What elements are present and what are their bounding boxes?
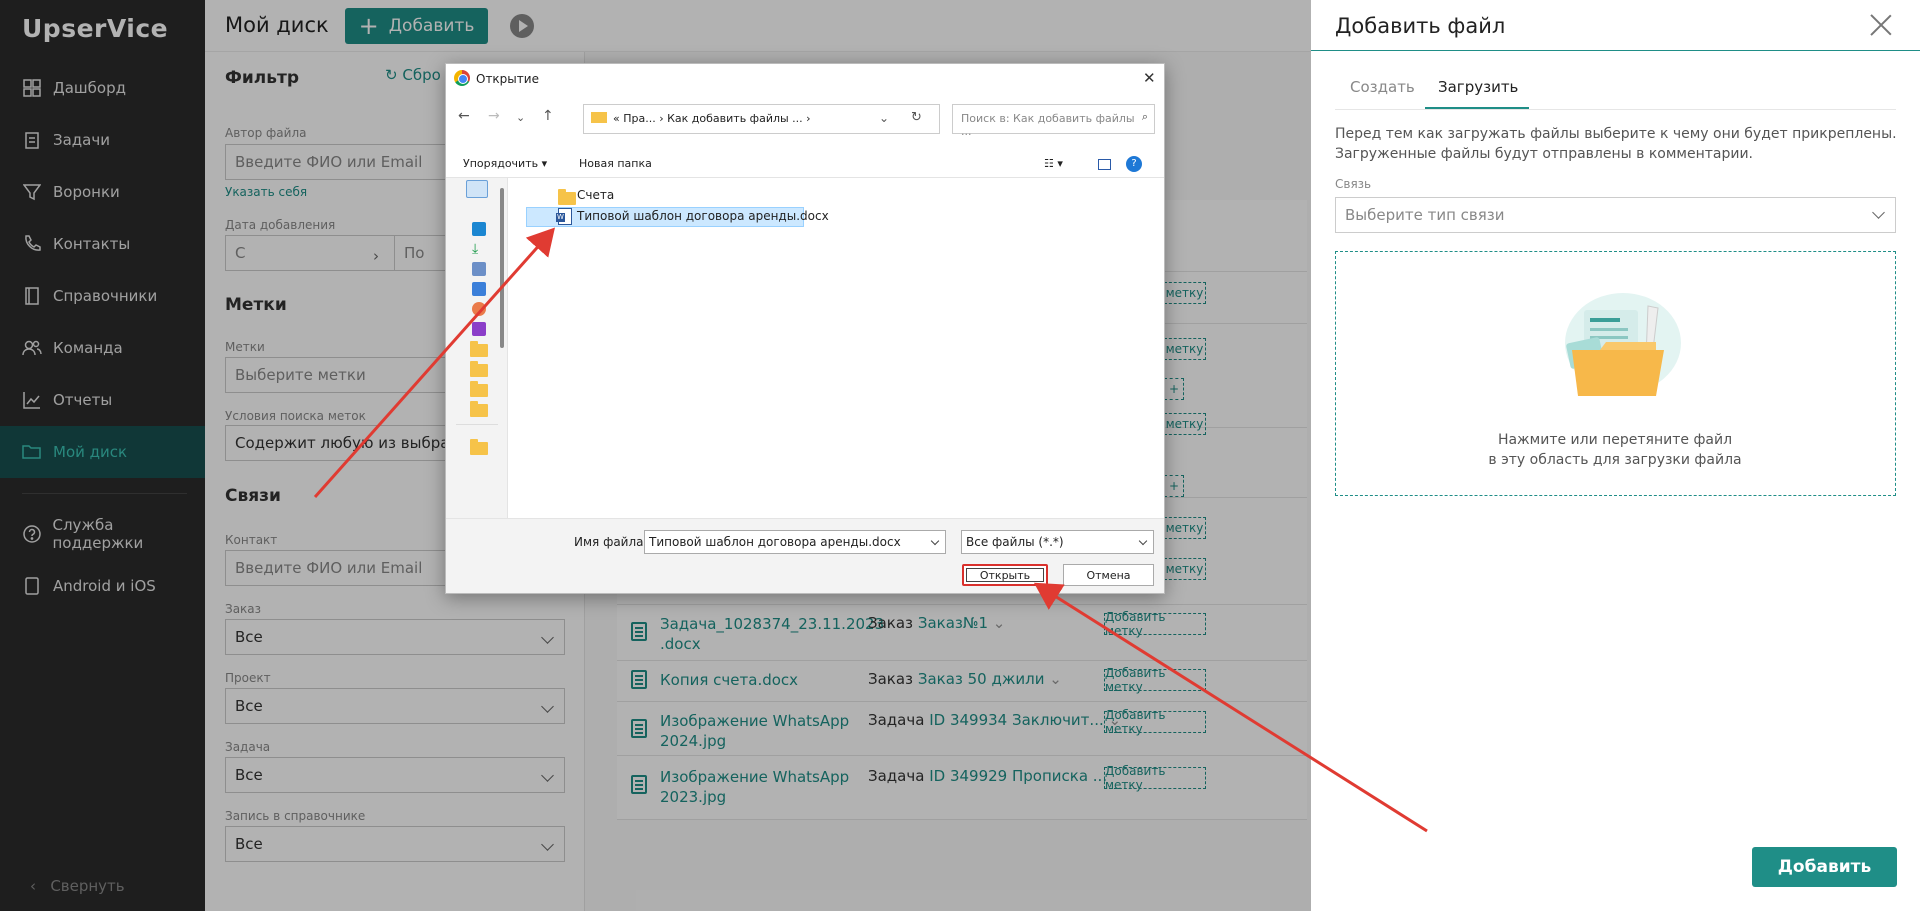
link-type-select[interactable]: Выберите тип связи bbox=[1335, 197, 1896, 233]
folder-icon[interactable] bbox=[470, 361, 488, 377]
gallery-icon[interactable] bbox=[466, 180, 488, 198]
folder-icon[interactable] bbox=[470, 401, 488, 417]
file-drop-zone[interactable]: Нажмите или перетяните файл в эту область… bbox=[1335, 251, 1896, 496]
tab-upload[interactable]: Загрузить bbox=[1438, 78, 1518, 96]
filename-label: Имя файла: bbox=[574, 535, 648, 549]
search-placeholder: Поиск в: Как добавить файлы ... bbox=[961, 112, 1135, 138]
pane-scrollbar[interactable] bbox=[500, 188, 504, 348]
pane-divider bbox=[456, 424, 498, 425]
back-icon[interactable]: ← bbox=[458, 108, 470, 124]
drop-line: в эту область для загрузки файла bbox=[1488, 452, 1742, 468]
videos-icon[interactable] bbox=[472, 322, 486, 336]
cancel-button[interactable]: Отмена bbox=[1063, 564, 1154, 586]
filename-value: Типовой шаблон договора аренды.docx bbox=[649, 535, 901, 549]
info-line: Перед тем как загружать файлы выберите к… bbox=[1335, 126, 1897, 142]
tabs-divider bbox=[1335, 109, 1896, 110]
file-item-docx[interactable]: Типовой шаблон договора аренды.docx bbox=[577, 209, 829, 223]
chevron-down-icon bbox=[1138, 536, 1148, 546]
help-icon[interactable]: ? bbox=[1126, 156, 1142, 172]
new-folder-button[interactable]: Новая папка bbox=[579, 157, 652, 170]
organize-menu[interactable]: Упорядочить ▾ bbox=[463, 157, 547, 170]
file-item-folder[interactable]: Счета bbox=[577, 188, 614, 202]
music-icon[interactable] bbox=[472, 302, 486, 316]
folder-icon[interactable] bbox=[470, 381, 488, 397]
preview-pane-icon[interactable] bbox=[1098, 159, 1111, 170]
chevron-down-icon bbox=[1872, 206, 1885, 219]
drop-zone-text: Нажмите или перетяните файл в эту область… bbox=[1336, 430, 1894, 470]
dialog-footer: Имя файла: Типовой шаблон договора аренд… bbox=[446, 518, 1164, 593]
desktop-icon[interactable] bbox=[472, 222, 486, 236]
downloads-icon[interactable]: ⤓ bbox=[472, 242, 486, 256]
upload-info: Перед тем как загружать файлы выберите к… bbox=[1335, 124, 1897, 164]
drop-line: Нажмите или перетяните файл bbox=[1497, 432, 1733, 448]
chevron-down-icon bbox=[930, 536, 940, 546]
refresh-icon[interactable]: ↻ bbox=[911, 110, 922, 125]
close-icon[interactable] bbox=[1869, 13, 1893, 37]
dialog-title: Открытие bbox=[476, 72, 539, 86]
view-icon[interactable]: ☷ ▾ bbox=[1044, 157, 1063, 170]
drawer-add-button[interactable]: Добавить bbox=[1752, 847, 1897, 887]
link-type-placeholder: Выберите тип связи bbox=[1345, 206, 1505, 224]
recent-dropdown-icon[interactable]: ⌄ bbox=[516, 111, 525, 124]
forward-icon[interactable]: → bbox=[488, 108, 500, 124]
filename-input[interactable]: Типовой шаблон договора аренды.docx bbox=[644, 530, 946, 554]
add-file-drawer: Добавить файл Создать Загрузить Перед те… bbox=[1311, 0, 1920, 911]
dialog-toolbar: Упорядочить ▾ Новая папка ☷ ▾ ? bbox=[446, 150, 1164, 178]
address-path: « Пра... › Как добавить файлы ... › bbox=[613, 112, 811, 125]
network-folder-icon[interactable] bbox=[470, 439, 488, 455]
dialog-search-input[interactable]: Поиск в: Как добавить файлы ... ⌕ bbox=[952, 104, 1155, 138]
chrome-icon bbox=[454, 70, 470, 86]
filetype-select[interactable]: Все файлы (*.*) bbox=[961, 530, 1154, 554]
search-icon: ⌕ bbox=[1141, 110, 1148, 123]
dialog-close-icon[interactable]: ✕ bbox=[1143, 69, 1156, 87]
folder-icon bbox=[558, 189, 576, 205]
link-label: Связь bbox=[1335, 177, 1372, 191]
address-bar[interactable]: « Пра... › Как добавить файлы ... › ⌄ ↻ bbox=[583, 104, 940, 134]
folder-icon[interactable] bbox=[470, 341, 488, 357]
filetype-value: Все файлы (*.*) bbox=[966, 535, 1064, 549]
pictures-icon[interactable] bbox=[472, 282, 486, 296]
open-button[interactable]: Открыть bbox=[962, 564, 1048, 586]
up-icon[interactable]: ↑ bbox=[542, 108, 554, 124]
folder-upload-illustration bbox=[1565, 293, 1681, 396]
chevron-down-icon[interactable]: ⌄ bbox=[879, 111, 889, 125]
drawer-header-divider bbox=[1311, 50, 1920, 51]
documents-icon[interactable] bbox=[472, 262, 486, 276]
tab-create[interactable]: Создать bbox=[1350, 78, 1415, 96]
word-document-icon: W bbox=[556, 208, 572, 225]
drawer-title: Добавить файл bbox=[1335, 14, 1506, 38]
info-line: Загруженные файлы будут отправлены в ком… bbox=[1335, 146, 1754, 162]
navigation-pane: ⤓ bbox=[446, 178, 508, 518]
file-open-dialog: Открытие ✕ ← → ⌄ ↑ « Пра... › Как добави… bbox=[445, 63, 1165, 594]
folder-icon bbox=[591, 112, 607, 123]
